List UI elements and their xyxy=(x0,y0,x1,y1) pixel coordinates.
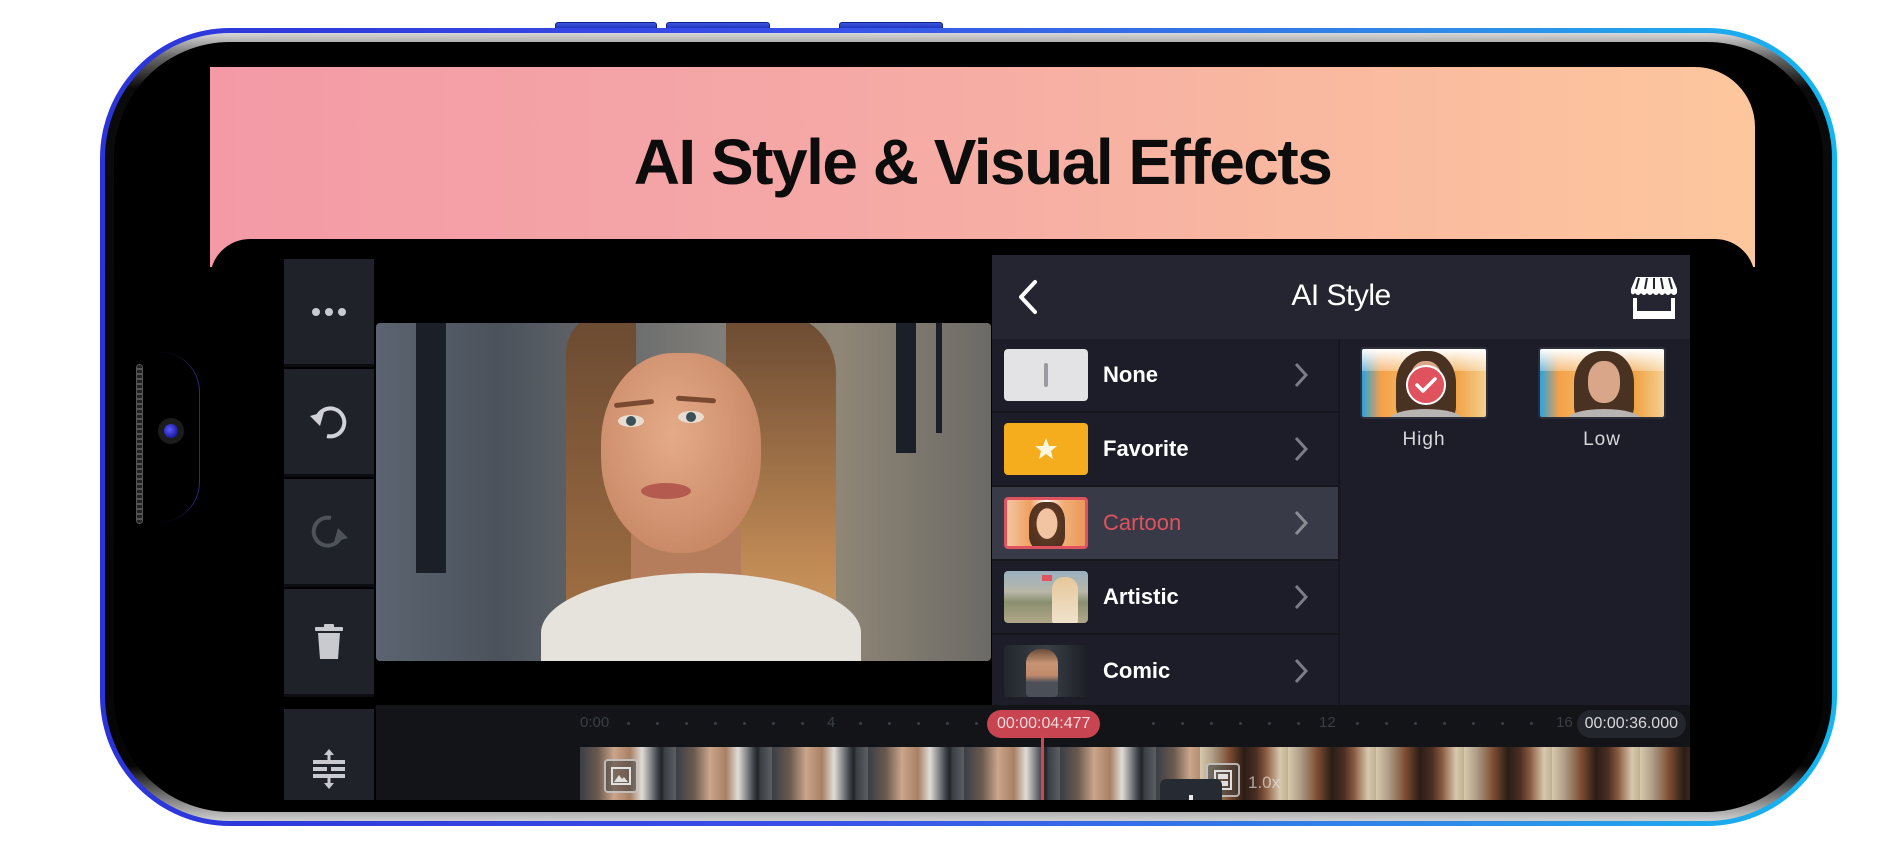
chevron-right-icon xyxy=(1286,434,1316,464)
tick-dot xyxy=(1239,722,1242,725)
panel-header: AI Style xyxy=(992,255,1690,339)
category-item-favorite[interactable]: Favorite xyxy=(992,413,1338,487)
category-label: Cartoon xyxy=(1103,510,1182,535)
tick-dot xyxy=(1210,722,1213,725)
check-icon xyxy=(1406,365,1446,405)
favorite-thumbnail xyxy=(1004,423,1088,475)
playhead-time[interactable]: 00:00:04:477 xyxy=(987,710,1101,738)
category-label: Favorite xyxy=(1103,436,1189,461)
front-camera xyxy=(158,418,184,444)
editor-app: AI Style None Favorite Cartoon Artistic … xyxy=(210,239,1755,800)
more-button[interactable] xyxy=(284,259,374,367)
variant-high[interactable]: High xyxy=(1360,347,1488,451)
trash-icon xyxy=(315,623,343,659)
category-label: Artistic xyxy=(1103,584,1179,609)
tick-dot xyxy=(888,722,891,725)
redo-icon xyxy=(311,515,348,548)
tick-label: 0:00 xyxy=(580,714,610,731)
variant-label: High xyxy=(1402,429,1446,450)
tick-dot xyxy=(1385,722,1388,725)
ai-style-panel: AI Style None Favorite Cartoon Artistic … xyxy=(992,255,1690,705)
video-frame xyxy=(376,323,991,661)
tick-dot xyxy=(1414,722,1417,725)
variant-thumbnail xyxy=(1538,347,1666,419)
category-label: Comic xyxy=(1103,658,1171,683)
none-thumbnail xyxy=(1004,349,1088,401)
tick-dot xyxy=(656,722,659,725)
tick-dot xyxy=(1152,722,1155,725)
tick-dot xyxy=(1530,722,1533,725)
tick-label: 16 xyxy=(1556,714,1573,731)
store-icon xyxy=(1631,277,1677,319)
banner-title: AI Style & Visual Effects xyxy=(633,126,1333,198)
phone-frame: AI Style & Visual Effects AI Style None … xyxy=(100,28,1837,826)
clip-track: 1.0x xyxy=(580,747,1690,800)
chevron-right-icon xyxy=(1286,360,1316,390)
chevron-right-icon xyxy=(1286,582,1316,612)
category-item-none[interactable]: None xyxy=(992,339,1338,413)
category-label: None xyxy=(1103,362,1158,387)
clip-speed: 1.0x xyxy=(1248,773,1281,792)
category-list: None Favorite Cartoon Artistic Comic xyxy=(992,339,1338,705)
tick-dot xyxy=(917,722,920,725)
tick-dot xyxy=(1268,722,1271,725)
star-icon xyxy=(1035,438,1057,459)
tick-dot xyxy=(1472,722,1475,725)
chevron-right-icon xyxy=(1286,508,1316,538)
comic-thumbnail xyxy=(1004,645,1088,697)
panel-title: AI Style xyxy=(1291,279,1391,312)
playhead[interactable] xyxy=(1041,735,1044,800)
tick-dot xyxy=(859,722,862,725)
tick-dot xyxy=(801,722,804,725)
variant-thumbnail xyxy=(1360,347,1488,419)
artistic-thumbnail xyxy=(1004,571,1088,623)
variant-label: Low xyxy=(1583,429,1621,450)
timeline[interactable]: 0:00 4 12 16 00:00:36.000 00:00:04:477 1… xyxy=(376,705,1690,800)
category-item-artistic[interactable]: Artistic xyxy=(992,561,1338,635)
tick-dot xyxy=(743,722,746,725)
cartoon-thumbnail xyxy=(1004,497,1088,549)
undo-icon xyxy=(310,405,347,438)
tick-dot xyxy=(1181,722,1184,725)
adjust-timeline-button[interactable] xyxy=(284,709,374,800)
chevron-right-icon xyxy=(1286,656,1316,686)
screen: AI Style & Visual Effects AI Style None … xyxy=(210,67,1755,800)
tick-dot xyxy=(1443,722,1446,725)
category-item-cartoon[interactable]: Cartoon xyxy=(992,487,1338,561)
expand-vertical-icon xyxy=(313,749,345,789)
phone-rim: AI Style & Visual Effects AI Style None … xyxy=(105,33,1832,821)
delete-button[interactable] xyxy=(284,589,374,697)
store-button[interactable] xyxy=(1628,273,1680,321)
style-variants: High Low xyxy=(1338,339,1690,705)
variant-low[interactable]: Low xyxy=(1538,347,1666,451)
tick-dot xyxy=(685,722,688,725)
category-item-comic[interactable]: Comic xyxy=(992,635,1338,705)
tick-dot xyxy=(1297,722,1300,725)
tick-label: 4 xyxy=(827,714,836,731)
tick-dot xyxy=(1356,722,1359,725)
promo-banner: AI Style & Visual Effects xyxy=(210,67,1755,267)
tick-dot xyxy=(627,722,630,725)
total-duration: 00:00:36.000 xyxy=(1576,710,1686,738)
tick-dot xyxy=(714,722,717,725)
tick-dot xyxy=(1501,722,1504,725)
redo-button[interactable] xyxy=(284,479,374,587)
speaker-grill xyxy=(136,364,143,524)
video-preview[interactable] xyxy=(376,259,991,701)
tick-label: 12 xyxy=(1319,714,1336,731)
video-clip[interactable] xyxy=(580,747,1200,800)
image-icon xyxy=(604,759,638,793)
more-dots-icon xyxy=(312,307,346,316)
undo-button[interactable] xyxy=(284,369,374,477)
plus-icon xyxy=(1189,795,1193,800)
phone-face: AI Style & Visual Effects AI Style None … xyxy=(114,42,1823,812)
tick-dot xyxy=(772,722,775,725)
add-clip-button[interactable] xyxy=(1160,779,1222,800)
tick-dot xyxy=(975,722,978,725)
tick-dot xyxy=(946,722,949,725)
